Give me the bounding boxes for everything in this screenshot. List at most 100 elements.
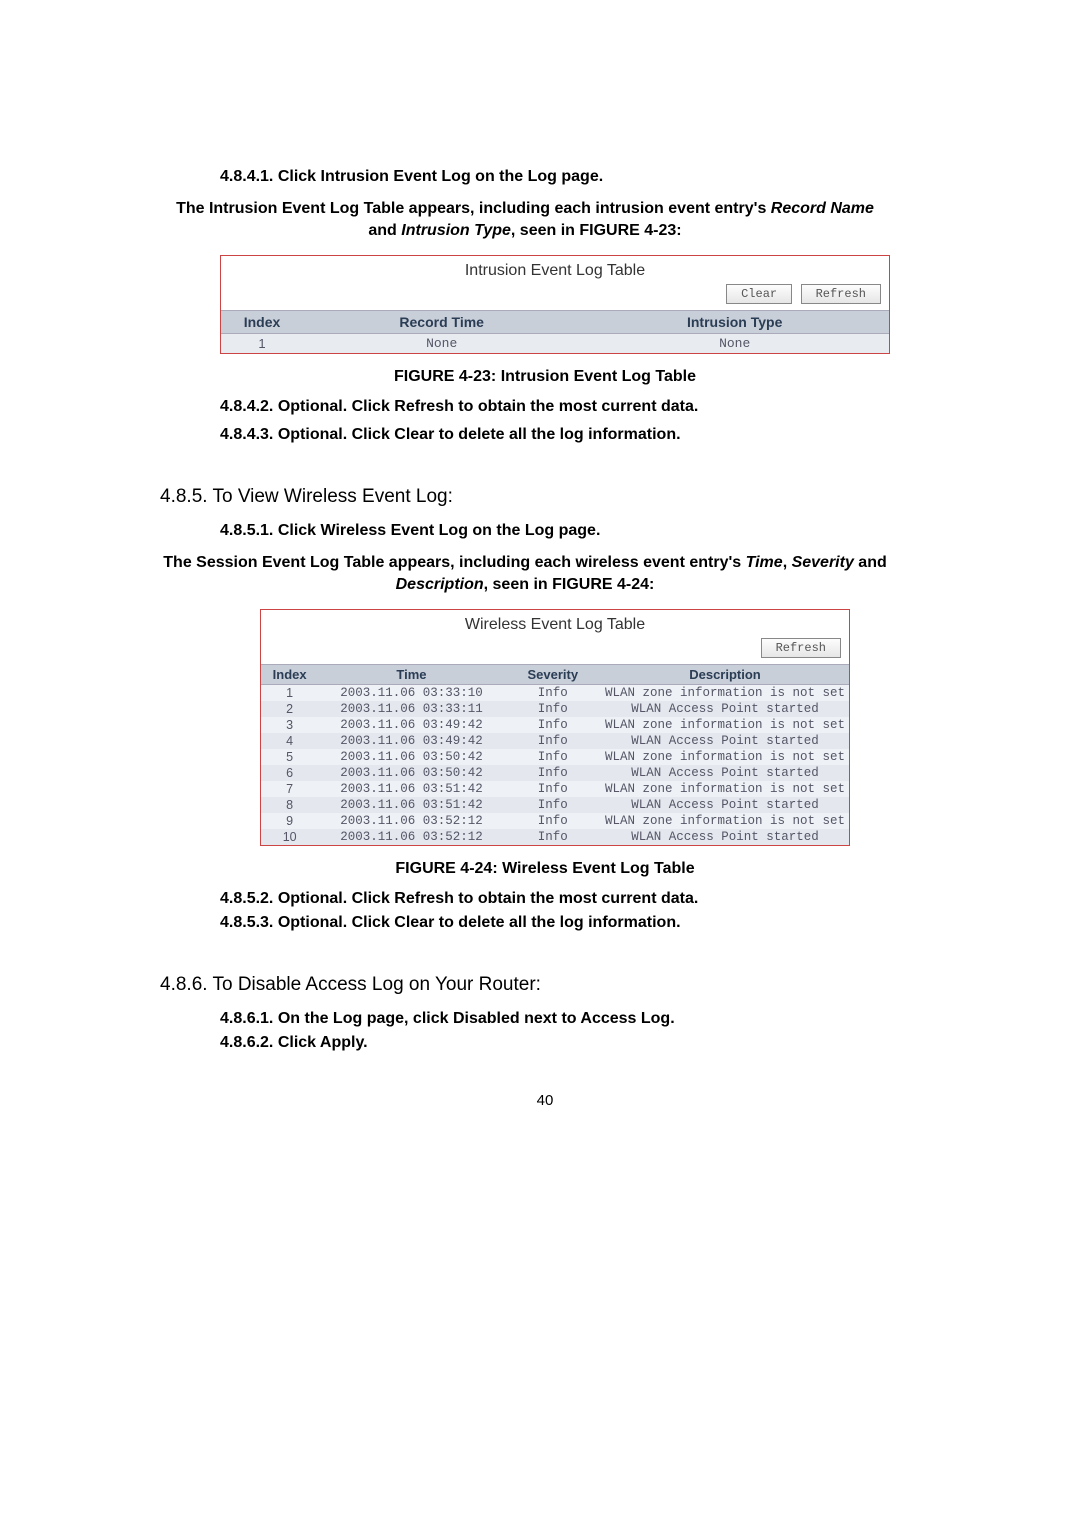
cell-index: 2 — [261, 701, 318, 717]
document-page: 4.8.4.1. Click Intrusion Event Log on th… — [0, 0, 1080, 1109]
cell-index: 4 — [261, 733, 318, 749]
col-intrusion-type: Intrusion Type — [580, 311, 889, 334]
col-time: Time — [318, 665, 504, 685]
table-row: 72003.11.06 03:51:42InfoWLAN zone inform… — [261, 781, 849, 797]
figure-4-24-buttons: Refresh — [261, 638, 849, 664]
intro-text: , seen in FIGURE 4-23: — [511, 222, 682, 239]
term-severity: Severity — [792, 554, 854, 571]
col-description: Description — [601, 665, 849, 685]
intro-text: and — [854, 554, 887, 571]
figure-4-24-box: Wireless Event Log Table Refresh Index T… — [260, 609, 850, 846]
wireless-log-table: Index Time Severity Description 12003.11… — [261, 664, 849, 845]
clear-button[interactable]: Clear — [726, 284, 792, 304]
refresh-button[interactable]: Refresh — [801, 284, 881, 304]
cell-time: 2003.11.06 03:51:42 — [318, 781, 504, 797]
cell-intrusion-type: None — [580, 334, 889, 354]
intro-text: and — [368, 222, 401, 239]
cell-description: WLAN zone information is not set — [601, 781, 849, 797]
cell-time: 2003.11.06 03:33:10 — [318, 685, 504, 702]
cell-time: 2003.11.06 03:50:42 — [318, 765, 504, 781]
table-header-row: Index Time Severity Description — [261, 665, 849, 685]
table-row: 82003.11.06 03:51:42InfoWLAN Access Poin… — [261, 797, 849, 813]
col-index: Index — [261, 665, 318, 685]
cell-description: WLAN zone information is not set — [601, 813, 849, 829]
col-index: Index — [221, 311, 303, 334]
term-intrusion-type: Intrusion Type — [401, 222, 511, 239]
cell-index: 1 — [261, 685, 318, 702]
cell-severity: Info — [505, 685, 601, 702]
cell-index: 10 — [261, 829, 318, 845]
cell-severity: Info — [505, 781, 601, 797]
page-number: 40 — [160, 1092, 930, 1109]
term-description: Description — [396, 576, 484, 593]
cell-description: WLAN Access Point started — [601, 829, 849, 845]
refresh-button[interactable]: Refresh — [761, 638, 841, 658]
section-4-8-6: 4.8.6. To Disable Access Log on Your Rou… — [160, 974, 930, 996]
cell-time: 2003.11.06 03:33:11 — [318, 701, 504, 717]
cell-severity: Info — [505, 797, 601, 813]
section-4-8-5: 4.8.5. To View Wireless Event Log: — [160, 486, 930, 508]
cell-severity: Info — [505, 749, 601, 765]
cell-record-time: None — [303, 334, 580, 354]
step-4-8-4-2: 4.8.4.2. Optional. Click Refresh to obta… — [220, 398, 930, 416]
step-4-8-6-2: 4.8.6.2. Click Apply. — [220, 1034, 930, 1052]
figure-4-23-buttons: Clear Refresh — [221, 284, 889, 310]
figure-4-23-title: Intrusion Event Log Table — [221, 256, 889, 284]
cell-severity: Info — [505, 829, 601, 845]
table-row: 1 None None — [221, 334, 889, 354]
intro-text: , — [783, 554, 792, 571]
figure-4-24-title: Wireless Event Log Table — [261, 610, 849, 638]
table-row: 32003.11.06 03:49:42InfoWLAN zone inform… — [261, 717, 849, 733]
cell-severity: Info — [505, 765, 601, 781]
intro-text: The Session Event Log Table appears, inc… — [163, 554, 745, 571]
table-row: 42003.11.06 03:49:42InfoWLAN Access Poin… — [261, 733, 849, 749]
col-severity: Severity — [505, 665, 601, 685]
step-4-8-5-1: 4.8.5.1. Click Wireless Event Log on the… — [220, 522, 930, 540]
cell-index: 5 — [261, 749, 318, 765]
cell-description: WLAN Access Point started — [601, 797, 849, 813]
cell-description: WLAN Access Point started — [601, 701, 849, 717]
figure-4-24-caption: FIGURE 4-24: Wireless Event Log Table — [160, 860, 930, 878]
table-row: 22003.11.06 03:33:11InfoWLAN Access Poin… — [261, 701, 849, 717]
intro-text: , seen in FIGURE 4-24: — [484, 576, 655, 593]
cell-description: WLAN Access Point started — [601, 733, 849, 749]
table-row: 92003.11.06 03:52:12InfoWLAN zone inform… — [261, 813, 849, 829]
table-row: 12003.11.06 03:33:10InfoWLAN zone inform… — [261, 685, 849, 702]
step-4-8-6-1: 4.8.6.1. On the Log page, click Disabled… — [220, 1010, 930, 1028]
cell-severity: Info — [505, 701, 601, 717]
table-row: 52003.11.06 03:50:42InfoWLAN zone inform… — [261, 749, 849, 765]
intro-4-23: The Intrusion Event Log Table appears, i… — [160, 198, 890, 241]
cell-index: 8 — [261, 797, 318, 813]
term-time: Time — [746, 554, 783, 571]
table-row: 102003.11.06 03:52:12InfoWLAN Access Poi… — [261, 829, 849, 845]
cell-severity: Info — [505, 813, 601, 829]
cell-index: 9 — [261, 813, 318, 829]
cell-time: 2003.11.06 03:50:42 — [318, 749, 504, 765]
cell-time: 2003.11.06 03:52:12 — [318, 813, 504, 829]
step-4-8-4-3: 4.8.4.3. Optional. Click Clear to delete… — [220, 426, 930, 444]
term-record-name: Record Name — [771, 200, 874, 217]
cell-description: WLAN zone information is not set — [601, 717, 849, 733]
cell-index: 3 — [261, 717, 318, 733]
intrusion-log-table: Index Record Time Intrusion Type 1 None … — [221, 310, 889, 353]
intro-text: The Intrusion Event Log Table appears, i… — [176, 200, 771, 217]
intro-4-24: The Session Event Log Table appears, inc… — [160, 552, 890, 595]
col-record-time: Record Time — [303, 311, 580, 334]
cell-time: 2003.11.06 03:49:42 — [318, 733, 504, 749]
cell-description: WLAN Access Point started — [601, 765, 849, 781]
cell-time: 2003.11.06 03:49:42 — [318, 717, 504, 733]
table-row: 62003.11.06 03:50:42InfoWLAN Access Poin… — [261, 765, 849, 781]
step-4-8-5-2: 4.8.5.2. Optional. Click Refresh to obta… — [220, 890, 930, 908]
cell-description: WLAN zone information is not set — [601, 685, 849, 702]
cell-index: 1 — [221, 334, 303, 354]
figure-4-23-box: Intrusion Event Log Table Clear Refresh … — [220, 255, 890, 354]
step-4-8-5-3: 4.8.5.3. Optional. Click Clear to delete… — [220, 914, 930, 932]
cell-time: 2003.11.06 03:51:42 — [318, 797, 504, 813]
cell-index: 7 — [261, 781, 318, 797]
cell-severity: Info — [505, 733, 601, 749]
cell-index: 6 — [261, 765, 318, 781]
step-4-8-4-1: 4.8.4.1. Click Intrusion Event Log on th… — [220, 168, 930, 186]
cell-severity: Info — [505, 717, 601, 733]
figure-4-23-caption: FIGURE 4-23: Intrusion Event Log Table — [160, 368, 930, 386]
table-header-row: Index Record Time Intrusion Type — [221, 311, 889, 334]
